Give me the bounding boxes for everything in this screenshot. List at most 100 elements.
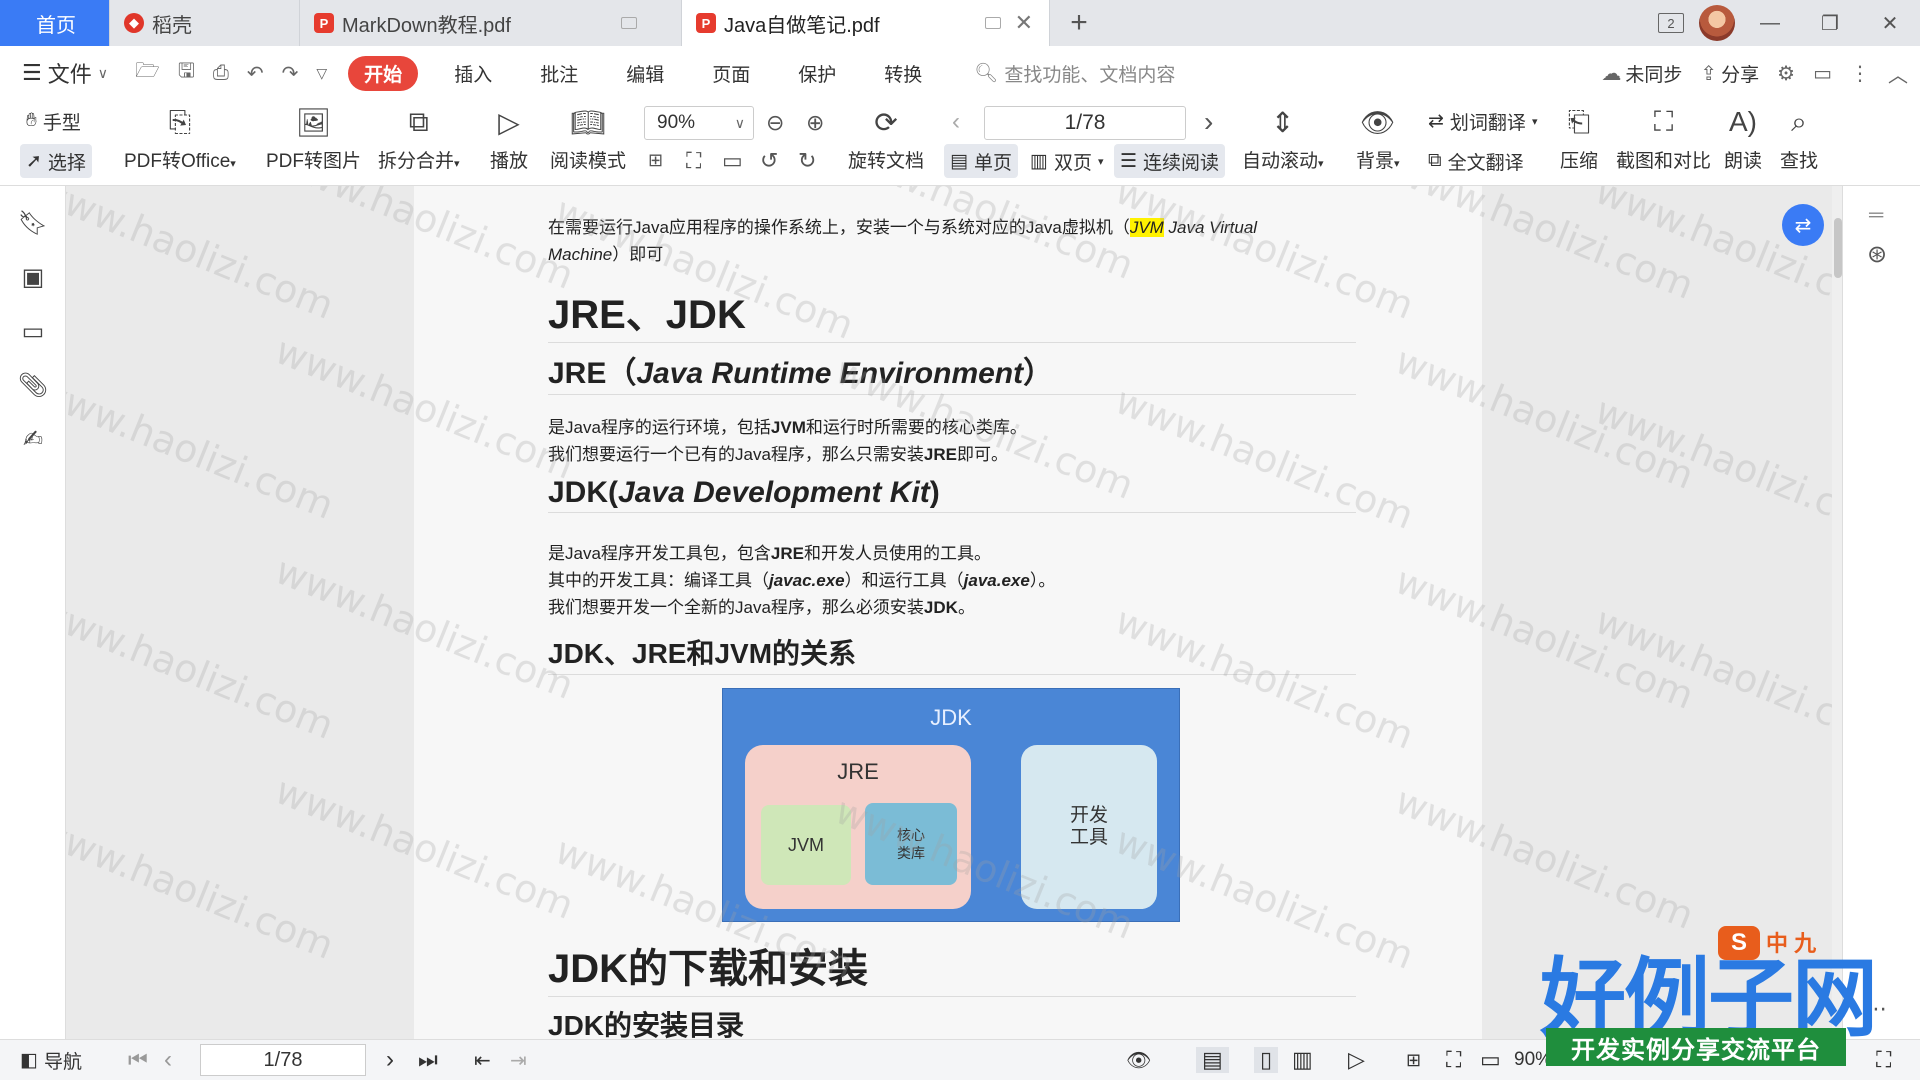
tab-convert[interactable]: 转换 (860, 60, 946, 87)
fit-width-icon[interactable]: ▭ (722, 148, 743, 174)
select-tool-button[interactable]: ➚ 选择 (20, 144, 92, 178)
bookmark-icon[interactable]: 🔖︎ (18, 208, 48, 238)
more-icon[interactable]: ⋮ (1850, 61, 1870, 86)
intro-text-2: ）即可 (612, 245, 664, 264)
bold-text: JVM (770, 418, 806, 437)
search-input[interactable]: 🔍︎ 查找功能、文档内容 (974, 60, 1175, 87)
tab-markdown-pdf[interactable]: P MarkDown教程.pdf (300, 0, 682, 46)
pdf-to-image-button[interactable]: 🖼︎ PDF转图片 (266, 104, 361, 173)
user-avatar[interactable] (1694, 0, 1740, 46)
tab-home[interactable]: 首页 (0, 0, 110, 46)
split-merge-button[interactable]: ⧉ 拆分合并▾ (378, 104, 460, 173)
tab-start[interactable]: 开始 (348, 55, 419, 91)
ribbon-toolbar: ✋︎ 手型 ➚ 选择 ⎘ PDF转Office▾ 🖼︎ PDF转图片 ⧉ 拆分合并▾… (0, 100, 1920, 186)
find-button[interactable]: ⌕ 查找 (1780, 104, 1818, 173)
tab-edit[interactable]: 编辑 (602, 60, 688, 87)
double-page-view-icon[interactable]: ▥ (1292, 1047, 1313, 1073)
rotate-doc-button[interactable]: ⟳ 旋转文档 (848, 104, 924, 173)
page-number-input[interactable]: 1/78 (984, 106, 1186, 140)
last-page-icon[interactable]: ⏭︎ (418, 1047, 438, 1073)
zoom-select[interactable]: 90% ∨ (644, 106, 754, 140)
comment-icon[interactable]: ▭ (18, 316, 48, 346)
back-icon[interactable]: ⇤ (474, 1048, 491, 1073)
diagram-core-lib-label-2: 类库 (897, 845, 925, 861)
actual-size-icon[interactable]: ⊞ (648, 150, 663, 171)
continuous-read-button[interactable]: ☰ 连续阅读 (1114, 144, 1226, 178)
file-menu[interactable]: ☰ 文件 ∨ (0, 57, 126, 89)
redo-icon[interactable]: ↷ (273, 61, 308, 86)
rotate-right-icon[interactable]: ↻ (798, 148, 816, 174)
tab-page[interactable]: 页面 (688, 60, 774, 87)
window-switch-button[interactable]: 2 (1648, 0, 1694, 46)
zoom-in-icon[interactable]: ⊕ (806, 110, 824, 136)
status-page-input[interactable]: 1/78 (200, 1044, 366, 1076)
prev-page-icon[interactable]: ‹ (164, 1046, 172, 1074)
sync-button[interactable]: ☁ 未同步 (1601, 60, 1682, 87)
close-window-button[interactable]: ✕ (1860, 0, 1920, 46)
new-tab-button[interactable]: + (1050, 0, 1108, 46)
document-viewport[interactable]: 在需要运行Java应用程序的操作系统上，安装一个与系统对应的Java虚拟机（JV… (66, 186, 1842, 1039)
actual-size-icon[interactable]: ⊞ (1406, 1050, 1421, 1071)
save-icon[interactable]: 🖫 (169, 56, 204, 90)
tab-annotate[interactable]: 批注 (516, 60, 602, 87)
eye-icon[interactable]: 👁︎ (1126, 1048, 1151, 1073)
forward-icon[interactable]: ⇥ (510, 1048, 527, 1073)
play-label: 播放 (490, 151, 529, 172)
single-page-view-icon[interactable]: ▯ (1254, 1047, 1279, 1073)
compress-button[interactable]: ⎗ 压缩 (1560, 104, 1598, 173)
read-aloud-label: 朗读 (1724, 151, 1763, 172)
tab-daoke[interactable]: ◆ 稻壳 (110, 0, 300, 46)
single-page-button[interactable]: ▤ 单页 (944, 144, 1018, 178)
rotate-left-icon[interactable]: ↺ (760, 148, 778, 174)
restore-button[interactable]: ❐ (1800, 0, 1860, 46)
tab-bar: 首页 ◆ 稻壳 P MarkDown教程.pdf P Java自做笔记.pdf … (0, 0, 1920, 46)
background-button[interactable]: 👁︎ 背景▾ (1356, 104, 1400, 173)
translate-float-icon[interactable]: ⇄ (1782, 204, 1824, 246)
customize-icon[interactable]: ▽ (307, 65, 336, 82)
next-page-icon[interactable]: › (1204, 106, 1213, 138)
pin-icon[interactable] (985, 17, 1001, 29)
pin-icon[interactable] (621, 17, 637, 29)
fit-page-icon[interactable]: ⛶ (686, 148, 701, 174)
screenshot-compare-button[interactable]: ⛶ 截图和对比 (1616, 104, 1711, 173)
read-mode-button[interactable]: 📖︎ 阅读模式 (550, 104, 626, 173)
tab-protect[interactable]: 保护 (774, 60, 860, 87)
word-translate-button[interactable]: ⇄ 划词翻译 ▾ (1422, 104, 1543, 138)
collapse-ribbon-icon[interactable]: ︿ (1888, 59, 1908, 88)
hand-tool-button[interactable]: ✋︎ 手型 (20, 104, 87, 138)
continuous-view-icon[interactable]: ▤ (1196, 1047, 1229, 1073)
tab-java-pdf[interactable]: P Java自做笔记.pdf ✕ (682, 0, 1050, 46)
tab-insert[interactable]: 插入 (430, 60, 516, 87)
next-page-icon[interactable]: › (386, 1046, 394, 1074)
zoom-out-icon[interactable]: ⊖ (766, 110, 784, 136)
auto-scroll-button[interactable]: ⇕ 自动滚动▾ (1242, 104, 1324, 173)
attachment-icon[interactable]: 📎︎ (18, 370, 48, 400)
gear-icon[interactable]: ⚙ (1777, 61, 1795, 86)
play-icon[interactable]: ▷ (1348, 1047, 1365, 1073)
play-button[interactable]: ▷ 播放 (490, 104, 528, 173)
magnifier-icon[interactable]: ⊛ (1867, 240, 1887, 269)
first-page-icon[interactable]: ⏮︎ (128, 1047, 148, 1073)
tab-home-label: 首页 (36, 14, 76, 37)
share-button[interactable]: ⇪ 分享 (1700, 60, 1759, 87)
pdf-to-office-button[interactable]: ⎘ PDF转Office▾ (124, 104, 236, 173)
read-aloud-button[interactable]: A︎) 朗读 (1724, 104, 1762, 173)
fit-width-icon[interactable]: ▭ (1480, 1047, 1501, 1073)
fit-page-icon[interactable]: ⛶ (1446, 1047, 1461, 1073)
minimize-button[interactable]: — (1740, 0, 1800, 46)
search-icon: 🔍︎ (974, 63, 999, 84)
close-icon[interactable]: ✕ (1015, 10, 1033, 36)
scrollbar-thumb[interactable] (1834, 218, 1842, 278)
panel-handle-icon[interactable]: ═ (1869, 204, 1883, 227)
double-page-button[interactable]: ▥ 双页 ▾ (1024, 144, 1110, 178)
prev-page-icon[interactable]: ‹ (952, 108, 960, 136)
signature-icon[interactable]: ✍︎ (18, 424, 48, 454)
print-icon[interactable]: ⎙ (204, 62, 238, 85)
undo-icon[interactable]: ↶ (238, 61, 273, 86)
nav-button[interactable]: ◧ 导航 (20, 1047, 82, 1074)
thumbnail-icon[interactable]: ▣ (18, 262, 48, 292)
single-page-icon: ▤ (950, 150, 968, 172)
comment-icon[interactable]: ▭ (1813, 61, 1832, 86)
open-folder-icon[interactable]: 🗁 (126, 56, 169, 90)
full-translate-button[interactable]: ⧉ 全文翻译 (1422, 144, 1530, 178)
